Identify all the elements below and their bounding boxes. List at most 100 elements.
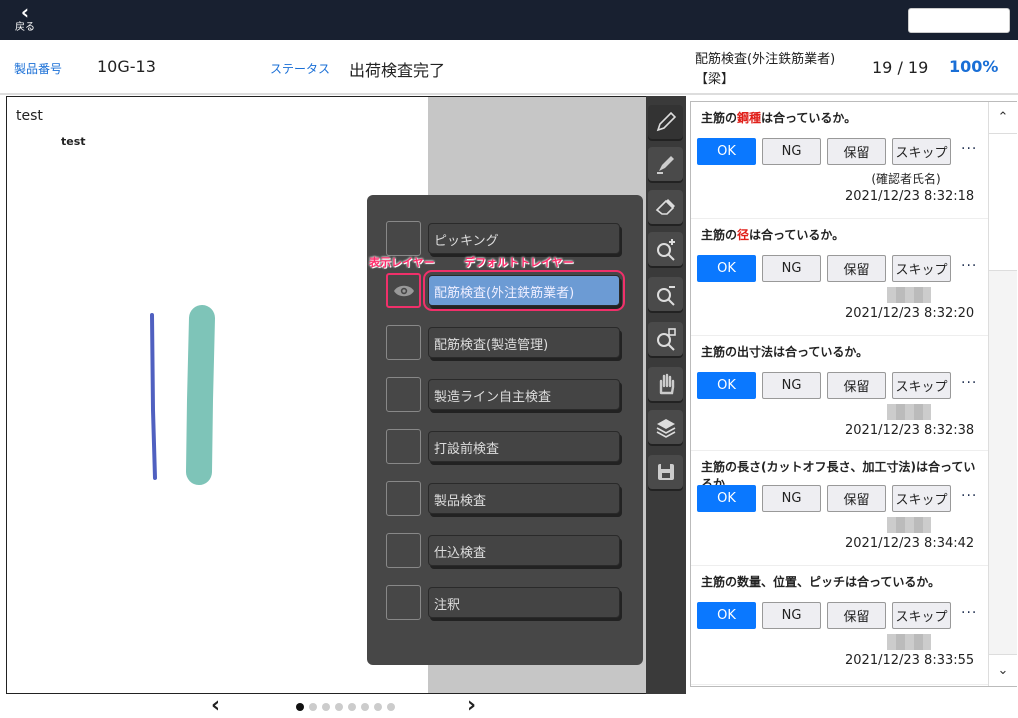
back-button[interactable]: ‹ 戻る [8, 2, 42, 38]
scroll-up-button[interactable]: ⌃ [989, 102, 1017, 134]
status-value: 出荷検査完了 [349, 61, 446, 80]
layers-icon [656, 419, 675, 438]
page-dot[interactable] [348, 703, 356, 711]
scroll-down-button[interactable]: ⌄ [989, 654, 1017, 686]
eraser-icon [655, 199, 675, 215]
question-text: 主筋の出寸法は合っているか。 [701, 345, 869, 359]
layer-visibility-toggle[interactable] [386, 377, 421, 412]
annotation-default-layer: デフォルトトレイヤー [464, 256, 574, 269]
timestamp: 2021/12/23 8:32:18 [845, 189, 975, 204]
zoom-in-tool[interactable] [648, 232, 683, 266]
layer-visibility-toggle[interactable] [386, 429, 421, 464]
prev-page-button[interactable]: ‹ [211, 693, 220, 718]
canvas-text-large: test [16, 108, 43, 124]
ng-button[interactable]: NG [762, 255, 821, 282]
page-dot[interactable] [374, 703, 382, 711]
chevron-left-icon: ‹ [20, 0, 30, 24]
layer-item[interactable]: 仕込検査 [428, 535, 620, 566]
page-dot[interactable] [322, 703, 330, 711]
timestamp: 2021/12/23 8:33:55 [845, 653, 975, 668]
skip-button[interactable]: スキップ [892, 372, 951, 399]
zoom-out-tool[interactable] [648, 277, 683, 311]
checker-name-blurred [887, 287, 931, 303]
layer-item[interactable]: ピッキング [428, 223, 620, 254]
layer-item[interactable]: 配筋検査(製造管理) [428, 327, 620, 358]
layers-tool[interactable] [648, 410, 683, 444]
more-button[interactable]: ··· [961, 488, 977, 504]
timestamp: 2021/12/23 8:34:42 [845, 536, 975, 551]
scrollbar-thumb[interactable] [989, 134, 1017, 271]
scrollbar[interactable]: ⌃ ⌄ [988, 102, 1017, 686]
more-button[interactable]: ··· [961, 141, 977, 157]
skip-button[interactable]: スキップ [892, 602, 951, 629]
product-value: 10G-13 [97, 57, 156, 76]
canvas-strokes [150, 305, 215, 485]
layer-item[interactable]: 配筋検査(外注鉄筋業者) [423, 270, 625, 311]
layer-visibility-toggle[interactable] [386, 533, 421, 568]
zoom-fit-tool[interactable] [648, 322, 683, 356]
status-label: ステータス [270, 62, 331, 76]
layer-item[interactable]: 注釈 [428, 587, 620, 618]
ok-button[interactable]: OK [697, 372, 756, 399]
timestamp: 2021/12/23 8:32:38 [845, 423, 975, 438]
hold-button[interactable]: 保留 [827, 138, 886, 165]
checklist-panel: 主筋の鋼種は合っているか。 OK NG 保留 スキップ ··· (確認者氏名) 2021/12… [690, 101, 1017, 687]
layer-visibility-toggle[interactable] [386, 221, 421, 256]
checklist-item: 主筋の出寸法は合っているか。 OK NG 保留 スキップ ··· 2021/12/23 8:… [691, 336, 988, 451]
layer-visibility-toggle[interactable] [386, 273, 421, 308]
question-text: 主筋の数量、位置、ピッチは合っているか。 [701, 575, 941, 589]
page-dot[interactable] [335, 703, 343, 711]
highlighter-tool[interactable] [648, 147, 683, 181]
zoom-fit-icon [656, 328, 676, 351]
more-button[interactable]: ··· [961, 375, 977, 391]
page-dot[interactable] [361, 703, 369, 711]
layer-item[interactable]: 製品検査 [428, 483, 620, 514]
ng-button[interactable]: NG [762, 138, 821, 165]
pencil-tool[interactable] [648, 105, 683, 139]
layer-visibility-toggle[interactable] [386, 481, 421, 516]
layer-item[interactable]: 打設前検査 [428, 431, 620, 462]
question-text: 主筋の鋼種は合っているか。 [701, 111, 857, 125]
inspection-sub: 【梁】 [695, 72, 735, 87]
ng-button[interactable]: NG [762, 372, 821, 399]
skip-button[interactable]: スキップ [892, 485, 951, 512]
zoom-in-icon [656, 239, 675, 261]
more-button[interactable]: ··· [961, 605, 977, 621]
progress-count: 19 / 19 [872, 58, 929, 77]
hold-button[interactable]: 保留 [827, 602, 886, 629]
ng-button[interactable]: NG [762, 602, 821, 629]
canvas-text-small: test [61, 135, 86, 148]
ok-button[interactable]: OK [697, 138, 756, 165]
layer-item[interactable]: 製造ライン自主検査 [428, 379, 620, 410]
skip-button[interactable]: スキップ [892, 138, 951, 165]
ng-button[interactable]: NG [762, 485, 821, 512]
hold-button[interactable]: 保留 [827, 485, 886, 512]
checker-name-blurred [887, 404, 931, 420]
top-bar: ‹ 戻る [0, 0, 1018, 40]
page-dot[interactable] [296, 703, 304, 711]
highlighter-icon [656, 156, 674, 174]
ok-button[interactable]: OK [697, 602, 756, 629]
chevron-up-icon: ⌃ [997, 110, 1009, 125]
hold-button[interactable]: 保留 [827, 255, 886, 282]
pager: ‹ › [0, 693, 1018, 718]
ok-button[interactable]: OK [697, 255, 756, 282]
hand-tool[interactable] [648, 367, 683, 401]
layer-visibility-toggle[interactable] [386, 325, 421, 360]
checklist-item: 主筋の数量、位置、ピッチは合っているか。 OK NG 保留 スキップ ··· 2021/12… [691, 566, 988, 685]
toolbar [646, 96, 686, 694]
top-right-button[interactable] [908, 8, 1010, 33]
page-dot[interactable] [387, 703, 395, 711]
save-tool[interactable] [648, 455, 683, 489]
hold-button[interactable]: 保留 [827, 372, 886, 399]
page-dot[interactable] [309, 703, 317, 711]
layer-visibility-toggle[interactable] [386, 585, 421, 620]
hand-icon [659, 373, 674, 395]
next-page-button[interactable]: › [467, 693, 476, 718]
checker-name: (確認者氏名) [871, 172, 941, 186]
skip-button[interactable]: スキップ [892, 255, 951, 282]
more-button[interactable]: ··· [961, 258, 977, 274]
eraser-tool[interactable] [648, 190, 683, 224]
blue-stroke [150, 313, 157, 480]
ok-button[interactable]: OK [697, 485, 756, 512]
